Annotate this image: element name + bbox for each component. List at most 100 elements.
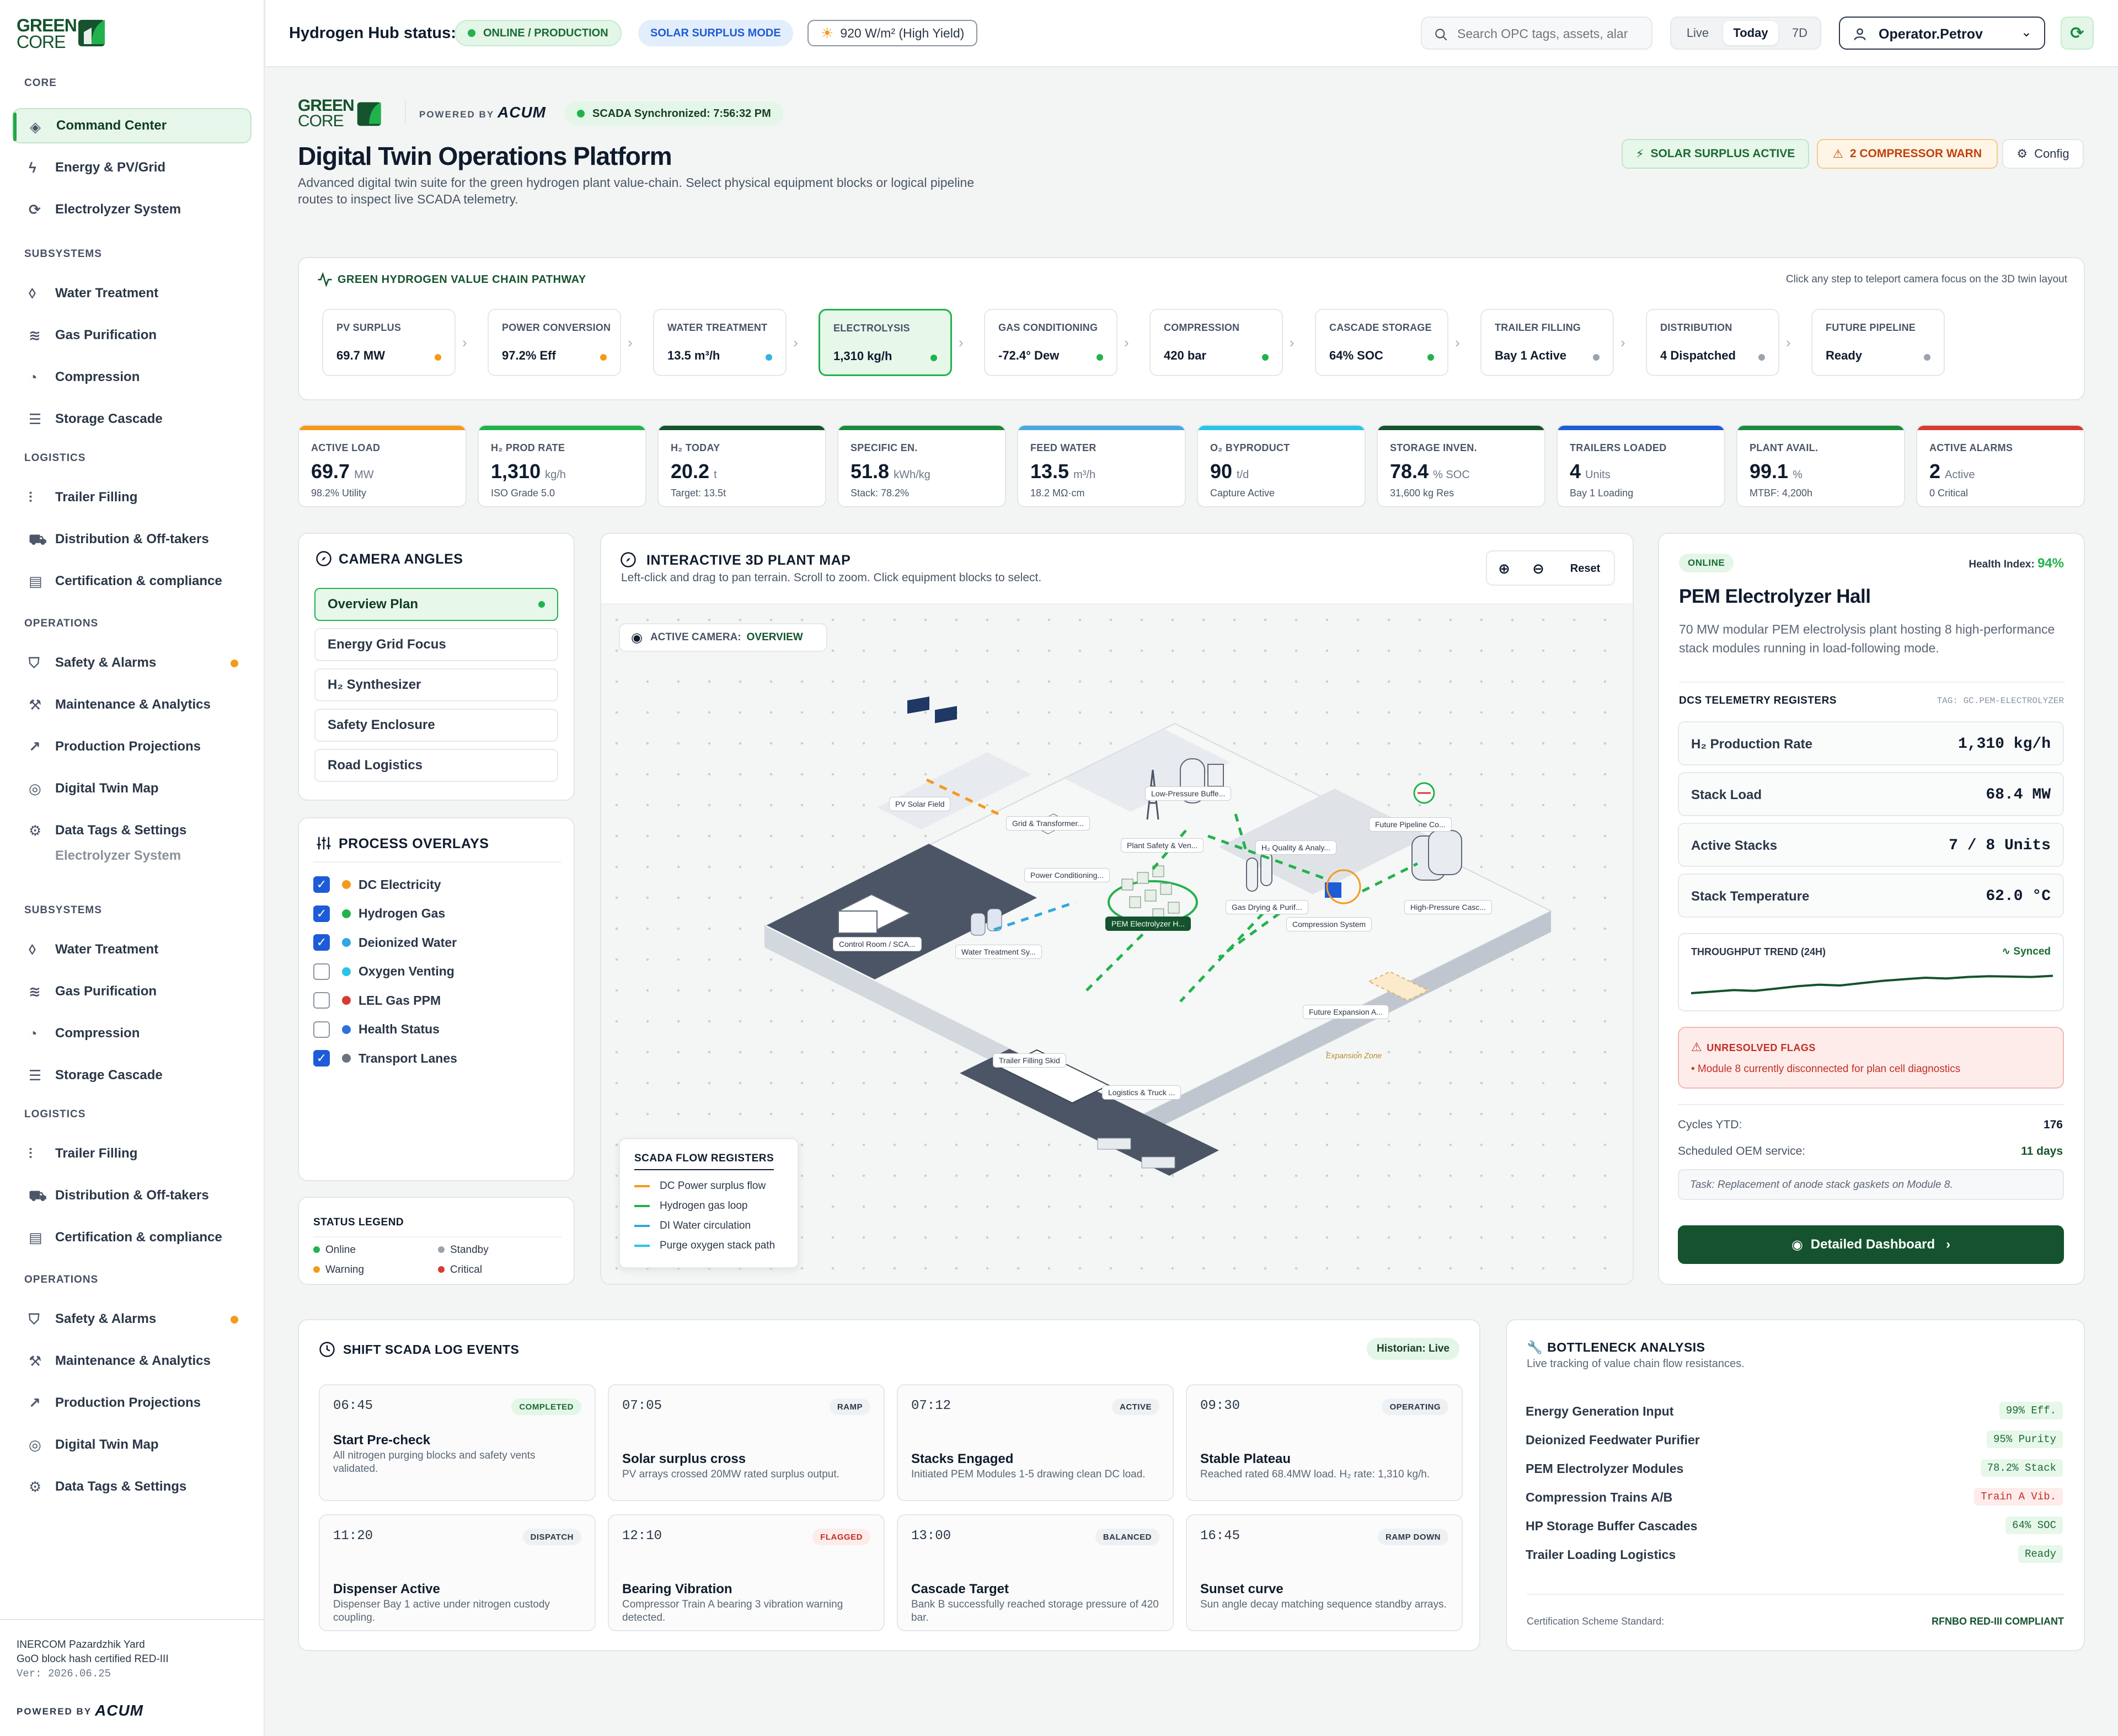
operator-select[interactable]: Operator.Petrov ⌄ <box>1839 17 2045 50</box>
telemetry-register[interactable]: Active Stacks 7 / 8 Units <box>1678 823 2064 867</box>
bottleneck-row[interactable]: Trailer Loading Logistics Ready <box>1526 1543 2063 1565</box>
overlay-toggle[interactable]: Health Status <box>313 1019 440 1041</box>
sidebar-item-command-center[interactable]: ◈ Command Center <box>12 108 252 143</box>
config-button[interactable]: ⚙ Config <box>2002 139 2084 169</box>
reset-view-button[interactable]: Reset <box>1559 556 1612 581</box>
pathway-step-compression[interactable]: COMPRESSION 420 bar <box>1149 309 1283 376</box>
log-event-card[interactable]: 16:45 RAMP DOWN Sunset curve Sun angle deca… <box>1186 1514 1463 1631</box>
map-asset-label[interactable]: Trailer Filling Skid <box>993 1053 1066 1068</box>
sidebar-item-distribution-off-takers[interactable]: ⛟ Distribution & Off-takers <box>12 522 252 557</box>
map-asset-label[interactable]: PEM Electrolyzer H... <box>1105 917 1191 931</box>
sidebar-item-energy-pv-grid[interactable]: ϟ Energy & PV/Grid <box>12 150 252 185</box>
sidebar-item-storage-cascade[interactable]: ☰ Storage Cascade <box>12 1058 252 1093</box>
map-asset-label[interactable]: Future Pipeline Co... <box>1369 817 1452 832</box>
sidebar-item-data-tags-settings[interactable]: ⚙ Data Tags & Settings <box>12 1469 252 1504</box>
pathway-step-gas-conditioning[interactable]: GAS CONDITIONING -72.4° Dew <box>984 309 1117 376</box>
map-asset-label[interactable]: H₂ Quality & Analy... <box>1255 840 1337 855</box>
map-asset-label[interactable]: Expansion Zone <box>1320 1049 1387 1062</box>
pathway-step-pv-surplus[interactable]: PV SURPLUS 69.7 MW <box>322 309 456 376</box>
pathway-step-future-pipeline[interactable]: FUTURE PIPELINE Ready <box>1811 309 1945 376</box>
sidebar-item-certification-compliance[interactable]: ▤ Certification & compliance <box>12 1220 252 1255</box>
telemetry-register[interactable]: H₂ Production Rate 1,310 kg/h <box>1678 721 2064 765</box>
sidebar-item-production-projections[interactable]: ↗ Production Projections <box>12 729 252 764</box>
checkbox[interactable] <box>313 992 330 1009</box>
camera-option[interactable]: Safety Enclosure <box>314 709 558 742</box>
camera-option[interactable]: Energy Grid Focus <box>314 628 558 661</box>
map-asset-label[interactable]: Compression System <box>1286 917 1372 931</box>
sidebar-item-trailer-filling[interactable]: ⫶ Trailer Filling <box>12 1136 252 1171</box>
checkbox[interactable]: ✓ <box>313 934 330 951</box>
sidebar-item-safety-alarms[interactable]: ⛉ Safety & Alarms <box>12 645 252 681</box>
log-event-card[interactable]: 07:05 RAMP Solar surplus cross PV arrays cr… <box>608 1384 885 1501</box>
checkbox[interactable] <box>313 963 330 980</box>
checkbox[interactable]: ✓ <box>313 1050 330 1067</box>
sidebar-item-storage-cascade[interactable]: ☰ Storage Cascade <box>12 401 252 437</box>
pathway-step-electrolysis[interactable]: ELECTROLYSIS 1,310 kg/h <box>819 309 952 376</box>
map-asset-label[interactable]: Control Room / SCA... <box>833 937 922 951</box>
log-event-card[interactable]: 09:30 OPERATING Stable Plateau Reached rate… <box>1186 1384 1463 1501</box>
sidebar-item-certification-compliance[interactable]: ▤ Certification & compliance <box>12 564 252 599</box>
map-asset-label[interactable]: PV Solar Field <box>889 797 951 811</box>
pathway-step-power-conversion[interactable]: POWER CONVERSION 97.2% Eff <box>488 309 621 376</box>
range-7d-button[interactable]: 7D <box>1780 21 1819 45</box>
camera-option[interactable]: H₂ Synthesizer <box>314 668 558 701</box>
sidebar-item-water-treatment[interactable]: ◊ Water Treatment <box>12 932 252 967</box>
log-event-card[interactable]: 07:12 ACTIVE Stacks Engaged Initiated PEM M… <box>897 1384 1174 1501</box>
sidebar-item-gas-purification[interactable]: ≋ Gas Purification <box>12 318 252 353</box>
sidebar-item-compression[interactable]: ◔ Compression <box>12 1016 252 1051</box>
map-asset-label[interactable]: Grid & Transformer... <box>1006 816 1090 831</box>
map-asset-label[interactable]: Logistics & Truck ... <box>1102 1085 1181 1100</box>
sidebar-item-data-tags-settings[interactable]: ⚙ Data Tags & Settings <box>12 813 252 848</box>
sidebar-item-safety-alarms[interactable]: ⛉ Safety & Alarms <box>12 1301 252 1337</box>
sidebar-item-digital-twin-map[interactable]: ◎ Digital Twin Map <box>12 771 252 806</box>
zoom-in-button[interactable]: ⊕ <box>1491 556 1517 581</box>
search-input[interactable] <box>1457 24 1645 43</box>
sidebar-item-maintenance-analytics[interactable]: ⚒ Maintenance & Analytics <box>12 687 252 722</box>
map-asset-label[interactable]: Future Expansion A... <box>1303 1005 1389 1019</box>
overlay-toggle[interactable]: ✓ Deionized Water <box>313 931 457 953</box>
sidebar-item-gas-purification[interactable]: ≋ Gas Purification <box>12 974 252 1009</box>
map-asset-label[interactable]: Plant Safety & Ven... <box>1121 838 1204 853</box>
log-event-card[interactable]: 06:45 COMPLETED Start Pre-check All nitroge… <box>319 1384 596 1501</box>
checkbox[interactable]: ✓ <box>313 905 330 922</box>
map-asset-label[interactable]: High-Pressure Casc... <box>1404 900 1492 914</box>
pathway-step-water-treatment[interactable]: WATER TREATMENT 13.5 m³/h <box>653 309 787 376</box>
overlay-toggle[interactable]: LEL Gas PPM <box>313 989 441 1011</box>
checkbox[interactable] <box>313 1021 330 1038</box>
pathway-step-cascade-storage[interactable]: CASCADE STORAGE 64% SOC <box>1315 309 1448 376</box>
overlay-toggle[interactable]: ✓ DC Electricity <box>313 874 441 896</box>
compressor-warn-badge[interactable]: ⚠ 2 COMPRESSOR WARN <box>1817 139 1998 169</box>
log-event-card[interactable]: 12:10 FLAGGED Bearing Vibration Compressor … <box>608 1514 885 1631</box>
overlay-toggle[interactable]: ✓ Hydrogen Gas <box>313 903 445 925</box>
telemetry-register[interactable]: Stack Load 68.4 MW <box>1678 772 2064 816</box>
log-event-card[interactable]: 13:00 BALANCED Cascade Target Bank B succes… <box>897 1514 1174 1631</box>
pathway-step-distribution[interactable]: DISTRIBUTION 4 Dispatched <box>1646 309 1779 376</box>
solar-surplus-badge[interactable]: ⚡ SOLAR SURPLUS ACTIVE <box>1622 139 1809 169</box>
log-event-card[interactable]: 11:20 DISPATCH Dispenser Active Dispenser B… <box>319 1514 596 1631</box>
sidebar-item-production-projections[interactable]: ↗ Production Projections <box>12 1385 252 1421</box>
sidebar-item-trailer-filling[interactable]: ⫶ Trailer Filling <box>12 480 252 515</box>
sidebar-item-electrolyzer-system[interactable]: ⟳ Electrolyzer System <box>12 192 252 227</box>
overlay-toggle[interactable]: Oxygen Venting <box>313 961 454 983</box>
range-today-button[interactable]: Today <box>1723 21 1778 45</box>
range-live-button[interactable]: Live <box>1675 21 1721 45</box>
sidebar-item-digital-twin-map[interactable]: ◎ Digital Twin Map <box>12 1427 252 1462</box>
sidebar-item-maintenance-analytics[interactable]: ⚒ Maintenance & Analytics <box>12 1343 252 1379</box>
overlay-toggle[interactable]: ✓ Transport Lanes <box>313 1047 457 1069</box>
sidebar-item-distribution-off-takers[interactable]: ⛟ Distribution & Off-takers <box>12 1178 252 1213</box>
checkbox[interactable]: ✓ <box>313 876 330 893</box>
sidebar-item-electrolyzer-ghost[interactable]: Electrolyzer System <box>12 844 252 866</box>
map-asset-label[interactable]: Low-Pressure Buffe... <box>1145 786 1232 801</box>
search-box[interactable] <box>1421 17 1652 50</box>
map-asset-label[interactable]: Power Conditioning... <box>1024 868 1110 882</box>
bottleneck-row[interactable]: Energy Generation Input 99% Eff. <box>1526 1400 2063 1422</box>
map-asset-label[interactable]: Gas Drying & Purif... <box>1226 900 1308 914</box>
detailed-dashboard-button[interactable]: ◉ Detailed Dashboard › <box>1678 1225 2064 1264</box>
camera-option[interactable]: Overview Plan <box>314 588 558 621</box>
bottleneck-row[interactable]: Deionized Feedwater Purifier 95% Purity <box>1526 1428 2063 1450</box>
pathway-step-trailer-filling[interactable]: TRAILER FILLING Bay 1 Active <box>1480 309 1614 376</box>
zoom-out-button[interactable]: ⊖ <box>1526 556 1551 581</box>
camera-option[interactable]: Road Logistics <box>314 749 558 782</box>
bottleneck-row[interactable]: PEM Electrolyzer Modules 78.2% Stack <box>1526 1457 2063 1479</box>
sidebar-item-water-treatment[interactable]: ◊ Water Treatment <box>12 276 252 311</box>
